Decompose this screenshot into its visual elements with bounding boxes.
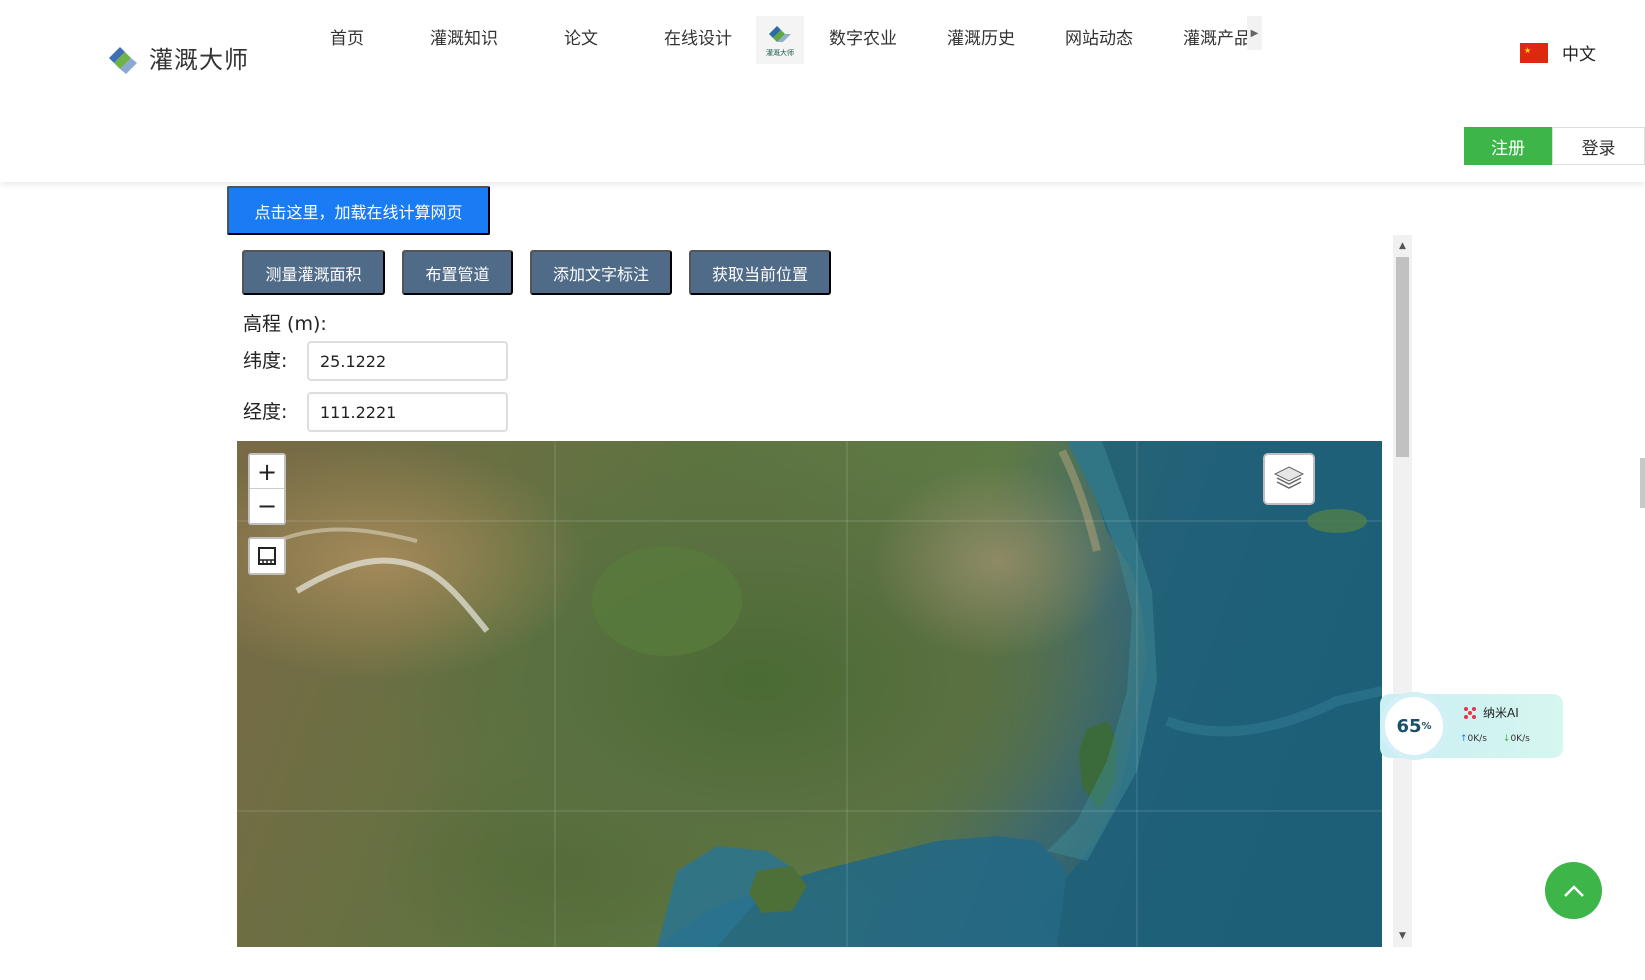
add-text-label-button[interactable]: 添加文字标注 <box>530 250 672 295</box>
layer-switcher-button[interactable] <box>1263 453 1315 505</box>
latitude-input[interactable]: 25.1222 <box>307 341 508 381</box>
load-calculator-button[interactable]: 点击这里，加载在线计算网页 <box>227 186 490 235</box>
nav-item-digital-agriculture[interactable]: 数字农业 <box>829 24 897 49</box>
language-label: 中文 <box>1562 45 1596 65</box>
download-arrow-icon: ↓ <box>1502 734 1511 744</box>
zoom-in-button[interactable]: + <box>250 455 284 489</box>
widget-title: 纳米AI <box>1462 704 1519 721</box>
language-switcher[interactable]: ★ 中文 <box>1520 40 1596 65</box>
download-speed: 0K/s <box>1510 734 1530 744</box>
calculator-frame: 测量灌溉面积 布置管道 添加文字标注 获取当前位置 高程 (m): 纬度: 25… <box>237 235 1412 947</box>
site-header: 灌溉大师 首页 灌溉知识 论文 在线设计 灌溉大师 数字农业 灌溉历史 网站动态… <box>0 0 1645 182</box>
nav-scroll-right-icon[interactable]: ▶ <box>1247 16 1262 50</box>
longitude-input[interactable]: 111.2221 <box>307 392 508 432</box>
gauge-percent: 65 <box>1396 715 1422 737</box>
site-name: 灌溉大师 <box>149 46 249 74</box>
nav-item-home[interactable]: 首页 <box>330 24 364 49</box>
site-logo[interactable]: 灌溉大师 <box>107 40 249 75</box>
zoom-control: + − <box>248 453 286 525</box>
memory-gauge[interactable]: 65% <box>1380 692 1448 760</box>
scroll-down-icon[interactable]: ▼ <box>1393 927 1412 945</box>
layers-icon <box>1273 466 1305 489</box>
longitude-label: 经度: <box>243 401 288 423</box>
chevron-up-icon <box>1563 884 1584 897</box>
frame-scrollbar-thumb[interactable] <box>1396 257 1409 457</box>
nav-item-history[interactable]: 灌溉历史 <box>947 24 1015 49</box>
logo-icon <box>107 41 141 75</box>
nav-item-knowledge[interactable]: 灌溉知识 <box>430 24 498 49</box>
zoom-out-button[interactable]: − <box>250 489 284 523</box>
badge-logo-icon <box>769 26 791 42</box>
elevation-label: 高程 (m): <box>243 313 327 335</box>
nav-item-papers[interactable]: 论文 <box>564 24 598 49</box>
measure-tool-button[interactable] <box>248 537 286 575</box>
badge-caption: 灌溉大师 <box>766 49 794 57</box>
main-nav: 首页 灌溉知识 论文 在线设计 灌溉大师 数字农业 灌溉历史 网站动态 灌溉产品… <box>300 16 1262 64</box>
nano-ai-logo-icon <box>1464 706 1476 719</box>
widget-speeds: ↑ 0K/s ↓ 0K/s <box>1460 734 1530 744</box>
widget-name: 纳米AI <box>1483 706 1519 720</box>
nav-badge-logo[interactable]: 灌溉大师 <box>756 16 804 64</box>
nav-item-products[interactable]: 灌溉产品 <box>1183 24 1247 49</box>
nav-item-news[interactable]: 网站动态 <box>1065 24 1133 49</box>
china-flag-icon: ★ <box>1520 42 1548 63</box>
back-to-top-button[interactable] <box>1545 862 1602 919</box>
ruler-icon <box>258 547 276 565</box>
upload-arrow-icon: ↑ <box>1460 734 1468 744</box>
gauge-percent-unit: % <box>1421 720 1432 732</box>
map-toolbar: 测量灌溉面积 布置管道 添加文字标注 获取当前位置 <box>242 250 848 295</box>
login-button[interactable]: 登录 <box>1552 127 1645 165</box>
get-location-button[interactable]: 获取当前位置 <box>689 250 831 295</box>
lay-pipe-button[interactable]: 布置管道 <box>402 250 513 295</box>
measure-area-button[interactable]: 测量灌溉面积 <box>242 250 385 295</box>
nav-item-online-design[interactable]: 在线设计 <box>664 24 732 49</box>
latitude-label: 纬度: <box>243 350 288 372</box>
upload-speed: 0K/s <box>1467 734 1487 744</box>
register-button[interactable]: 注册 <box>1464 127 1552 165</box>
scroll-up-icon[interactable]: ▲ <box>1393 237 1412 255</box>
map-terrain <box>237 441 1382 947</box>
page-scrollbar-thumb[interactable] <box>1640 458 1645 508</box>
satellite-map[interactable]: + − <box>237 441 1382 947</box>
